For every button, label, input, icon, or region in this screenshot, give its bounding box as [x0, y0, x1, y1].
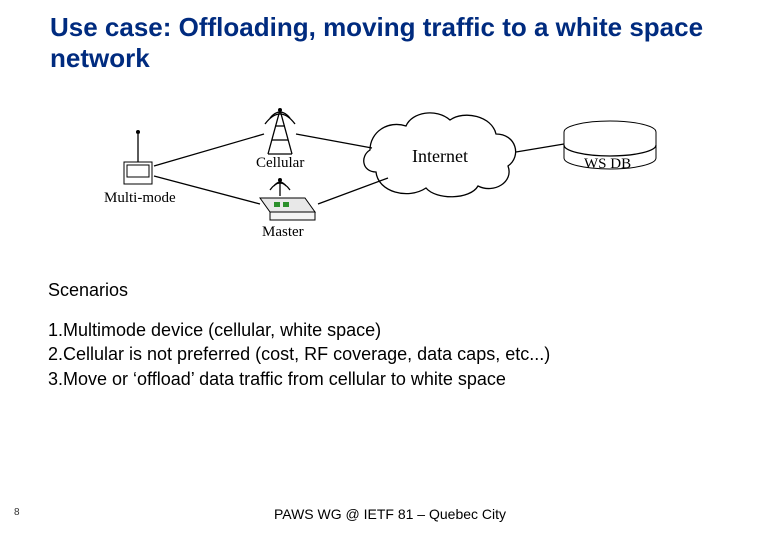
scenario-item: 3.Move or ‘offload’ data traffic from ce…	[48, 367, 550, 391]
slide-title: Use case: Offloading, moving traffic to …	[50, 12, 730, 74]
slide-footer: PAWS WG @ IETF 81 – Quebec City	[0, 506, 780, 522]
label-multimode: Multi-mode	[104, 190, 176, 207]
network-diagram: Multi-mode Cellular Master Internet WS D…	[120, 100, 720, 260]
label-master: Master	[262, 224, 304, 241]
label-wsdb: WS DB	[584, 156, 631, 173]
label-internet: Internet	[412, 146, 468, 167]
link-cellular-internet	[296, 134, 372, 148]
scenario-item: 2.Cellular is not preferred (cost, RF co…	[48, 342, 550, 366]
scenarios-heading: Scenarios	[48, 280, 128, 301]
tower-icon	[265, 108, 295, 154]
device-icon	[124, 130, 152, 184]
link-device-cellular	[154, 134, 264, 166]
scenarios-list: 1.Multimode device (cellular, white spac…	[48, 318, 550, 391]
link-internet-db	[516, 144, 564, 152]
master-icon	[260, 178, 315, 220]
scenario-item: 1.Multimode device (cellular, white spac…	[48, 318, 550, 342]
link-master-internet	[318, 178, 388, 204]
label-cellular: Cellular	[256, 155, 304, 172]
